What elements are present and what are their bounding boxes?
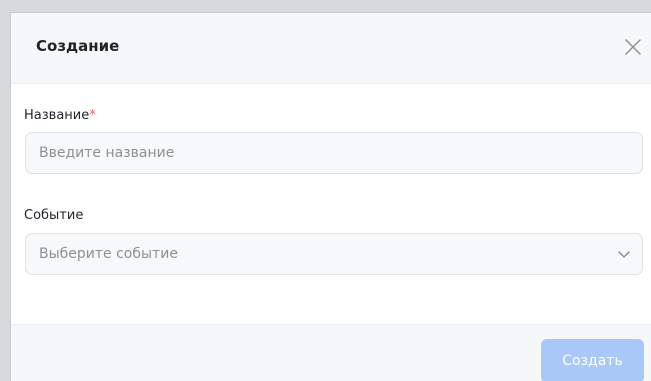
- close-button[interactable]: [621, 35, 645, 59]
- event-field-label: Событие: [24, 208, 84, 223]
- name-field-label: Название*: [24, 107, 96, 125]
- close-icon: [625, 39, 641, 55]
- create-button[interactable]: Создать: [541, 339, 644, 381]
- create-dialog: Создание Название* Событие Выберите собы…: [10, 12, 651, 381]
- required-marker: *: [89, 108, 96, 123]
- event-select-placeholder: Выберите событие: [39, 246, 178, 262]
- chevron-down-icon: [616, 246, 632, 262]
- event-select[interactable]: Выберите событие: [25, 233, 643, 275]
- name-input[interactable]: [25, 132, 643, 174]
- dialog-header: Создание: [11, 13, 651, 84]
- name-label-text: Название: [24, 108, 90, 123]
- dialog-title: Создание: [36, 37, 120, 55]
- dialog-footer: Создать: [11, 324, 651, 381]
